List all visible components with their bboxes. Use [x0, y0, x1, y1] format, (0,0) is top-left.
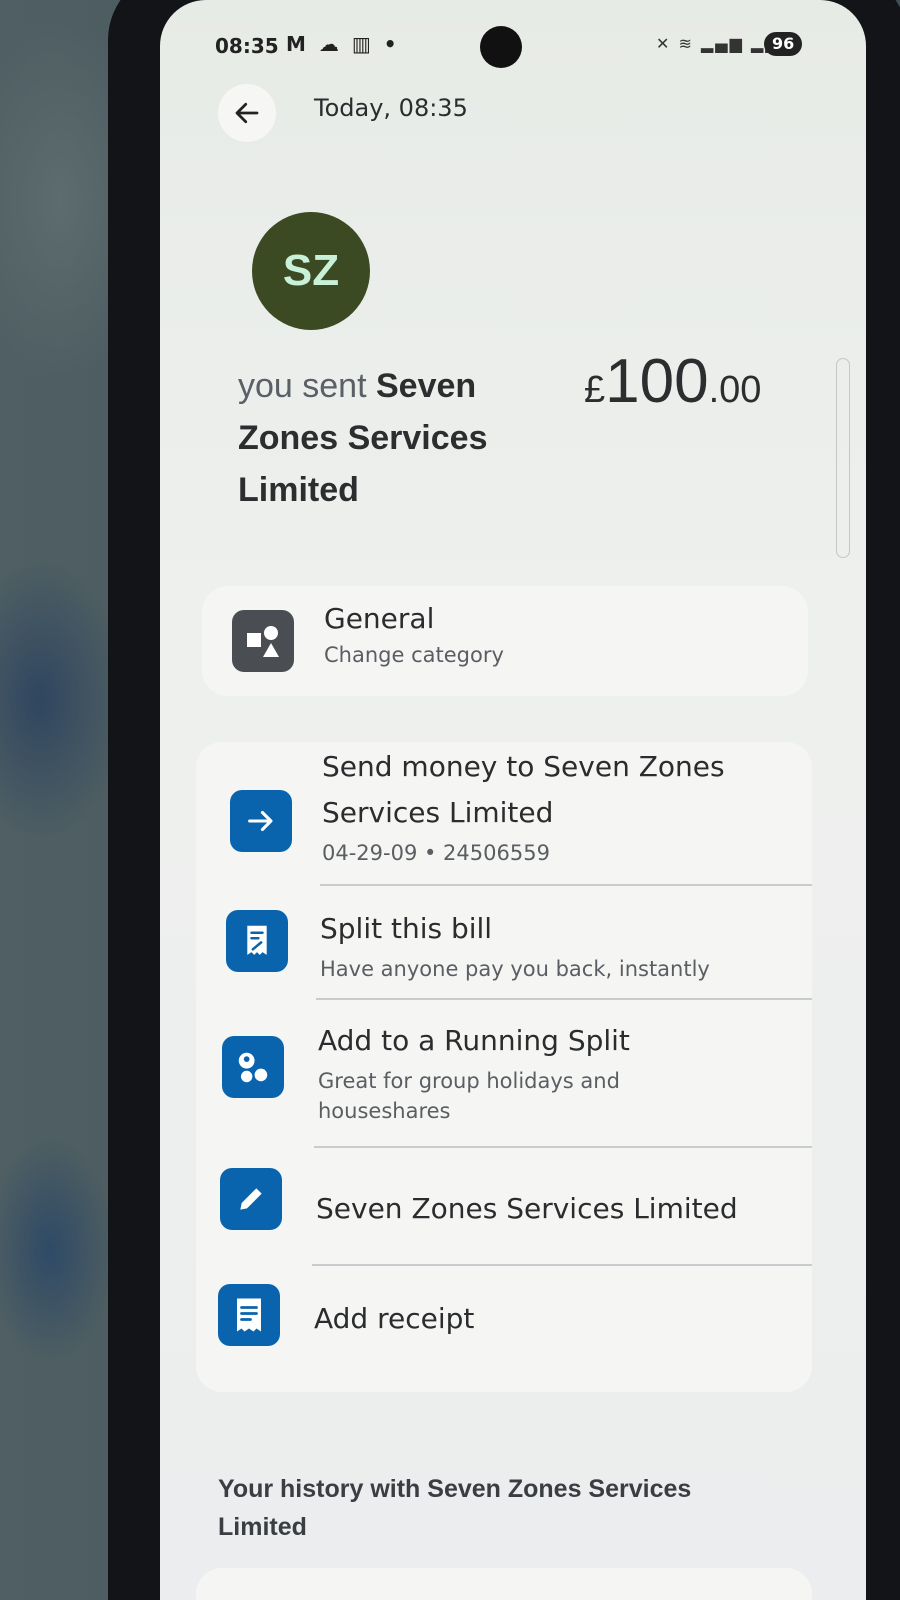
phone-screen: 08:35 M ☁ ▥ • ✕ ≋ ▂▄▆ ▂▄▆ 96 Today, 08:3…	[160, 0, 866, 1600]
back-button[interactable]	[218, 84, 276, 142]
split-bill-subtitle: Have anyone pay you back, instantly	[320, 957, 710, 981]
transaction-amount: £100.00	[584, 346, 761, 417]
category-title: General	[324, 602, 435, 635]
amount-pence: .00	[708, 369, 762, 411]
transaction-summary: you sent Seven Zones Services Limited	[238, 360, 538, 516]
row-divider	[320, 884, 812, 886]
add-receipt-title: Add receipt	[314, 1302, 475, 1335]
edge-reflection	[836, 358, 850, 558]
row-divider	[314, 1146, 812, 1148]
running-split-subtitle: Great for group holidays and houseshares	[318, 1069, 620, 1123]
payee-label: Seven Zones Services Limited	[316, 1192, 738, 1225]
split-bill-title: Split this bill	[320, 912, 493, 945]
account-details: 04-29-09 • 24506559	[322, 841, 550, 865]
status-time: 08:35	[215, 34, 279, 58]
status-bar: 08:35 M ☁ ▥ • ✕ ≋ ▂▄▆ ▂▄▆ 96	[160, 26, 866, 68]
actions-card: Send money to Seven Zones Services Limit…	[196, 742, 812, 1392]
arrow-left-icon	[235, 102, 259, 124]
change-category-link[interactable]: Change category	[324, 640, 504, 670]
arrow-right-icon	[230, 790, 292, 852]
front-camera	[480, 26, 522, 68]
pencil-icon	[220, 1168, 282, 1230]
row-divider	[316, 998, 812, 1000]
category-card[interactable]: General Change category	[202, 586, 808, 696]
history-heading: Your history with Seven Zones Services L…	[218, 1475, 692, 1541]
battery-indicator: 96	[764, 32, 803, 56]
split-bill-icon	[226, 910, 288, 972]
group-icon	[222, 1036, 284, 1098]
row-divider	[312, 1264, 812, 1266]
amount-currency: £	[584, 369, 606, 411]
send-money-title: Send money to Seven Zones Services Limit…	[322, 750, 725, 829]
notification-icons: M ☁ ▥ •	[286, 32, 400, 56]
page-title: Today, 08:35	[314, 94, 468, 122]
payee-avatar: SZ	[252, 212, 370, 330]
receipt-icon	[218, 1284, 280, 1346]
summary-prefix: you sent	[238, 367, 376, 405]
running-split-title: Add to a Running Split	[318, 1024, 630, 1057]
amount-whole: 100	[605, 347, 709, 416]
category-shapes-icon	[232, 610, 294, 672]
history-card	[196, 1568, 812, 1600]
